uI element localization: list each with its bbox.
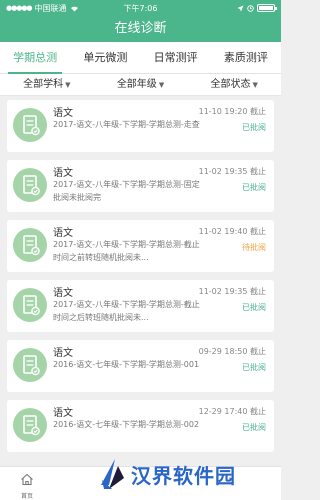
nav-bar: 在线诊断 bbox=[0, 16, 281, 42]
grade-filter-label: 全部年级 bbox=[116, 79, 157, 90]
item-title: 2016-语文-七年级-下学期-学期总测-001 bbox=[53, 360, 200, 369]
caret-down-icon: ▼ bbox=[158, 81, 165, 89]
tab-daily-test[interactable]: 日常测评 bbox=[141, 42, 211, 73]
item-subject: 语文 bbox=[53, 348, 73, 359]
list-item[interactable]: 语文 2017-语文-八年级-下学期-学期总测-截止时间之后转班随机批阅未...… bbox=[7, 280, 274, 332]
list-item[interactable]: 语文 2017-语文-八年级-下学期-学期总测-走查 11-10 19:20 截… bbox=[7, 100, 274, 152]
exam-paper-icon bbox=[13, 348, 47, 382]
watermark-logo-icon bbox=[101, 459, 124, 489]
status-badge: 已批阅 bbox=[242, 183, 266, 192]
alarm-icon bbox=[247, 4, 254, 12]
item-subject: 语文 bbox=[53, 228, 73, 239]
filter-bar: 全部学科 ▼ 全部年级 ▼ 全部状态 ▼ bbox=[0, 74, 281, 96]
status-badge: 待批阅 bbox=[242, 243, 266, 252]
exam-paper-icon bbox=[13, 288, 47, 322]
item-deadline: 09-29 18:50 截止 bbox=[198, 347, 266, 356]
status-badge: 已批阅 bbox=[242, 123, 266, 132]
tab-bar: 学期总测 单元微测 日常测评 素质测评 bbox=[0, 42, 281, 74]
list-item[interactable]: 语文 2017-语文-八年级-下学期-学期总测-固定批阅未批阅完 11-02 1… bbox=[7, 160, 274, 212]
tab-unit-test[interactable]: 单元微测 bbox=[70, 42, 140, 73]
status-right bbox=[237, 4, 277, 12]
wifi-icon bbox=[70, 6, 78, 11]
item-deadline: 11-02 19:35 截止 bbox=[198, 287, 266, 296]
tab-term-test[interactable]: 学期总测 bbox=[0, 42, 70, 74]
caret-down-icon: ▼ bbox=[252, 81, 258, 89]
watermark: 汉界软件园 bbox=[98, 457, 236, 491]
status-badge: 已批阅 bbox=[242, 363, 266, 372]
item-deadline: 12-29 17:40 截止 bbox=[198, 407, 266, 416]
item-title: 2017-语文-八年级-下学期-学期总测-固定批阅未批阅完 bbox=[53, 180, 200, 202]
item-deadline: 11-10 19:20 截止 bbox=[198, 107, 266, 116]
home-tab[interactable]: 首页 bbox=[12, 471, 42, 500]
home-tab-label: 首页 bbox=[20, 493, 33, 500]
item-subject: 语文 bbox=[53, 288, 73, 299]
subject-filter[interactable]: 全部学科 ▼ bbox=[0, 74, 94, 95]
location-icon bbox=[237, 5, 244, 11]
watermark-text: 汉界软件园 bbox=[131, 463, 236, 488]
exam-paper-icon bbox=[13, 228, 47, 262]
signal-icon: ●●●●● bbox=[6, 4, 33, 12]
status-left: ●●●●● 中国联通 bbox=[6, 3, 79, 14]
list-item[interactable]: 语文 2016-语文-七年级-下学期-学期总测-001 09-29 18:50 … bbox=[7, 340, 274, 392]
status-badge: 已批阅 bbox=[242, 303, 266, 312]
item-title: 2016-语文-七年级-下学期-学期总测-002 bbox=[53, 420, 200, 429]
item-subject: 语文 bbox=[53, 108, 73, 119]
exam-paper-icon bbox=[13, 168, 47, 202]
item-subject: 语文 bbox=[53, 408, 73, 419]
grade-filter[interactable]: 全部年级 ▼ bbox=[94, 74, 188, 95]
item-title: 2017-语文-八年级-下学期-学期总测-截止时间之前转班随机批阅未... bbox=[53, 240, 200, 262]
exam-paper-icon bbox=[13, 108, 47, 142]
caret-down-icon: ▼ bbox=[65, 81, 71, 89]
status-filter-label: 全部状态 bbox=[210, 79, 251, 90]
exam-paper-icon bbox=[13, 408, 47, 442]
item-title: 2017-语文-八年级-下学期-学期总测-截止时间之后转班随机批阅未... bbox=[53, 300, 200, 322]
status-filter[interactable]: 全部状态 ▼ bbox=[187, 74, 281, 95]
item-title: 2017-语文-八年级-下学期-学期总测-走查 bbox=[53, 120, 200, 129]
list-item[interactable]: 语文 2016-语文-七年级-下学期-学期总测-002 12-29 17:40 … bbox=[7, 400, 274, 452]
status-bar: ●●●●● 中国联通 下午7:06 bbox=[0, 0, 281, 16]
subject-filter-label: 全部学科 bbox=[23, 79, 64, 90]
tab-quality-test[interactable]: 素质测评 bbox=[211, 42, 281, 73]
carrier-label: 中国联通 bbox=[34, 3, 67, 13]
item-deadline: 11-02 19:40 截止 bbox=[198, 227, 266, 236]
page-title: 在线诊断 bbox=[114, 21, 167, 36]
item-deadline: 11-02 19:35 截止 bbox=[198, 167, 266, 176]
status-badge: 已批阅 bbox=[242, 423, 266, 432]
home-icon bbox=[21, 473, 33, 486]
battery-icon bbox=[257, 4, 277, 12]
list-item[interactable]: 语文 2017-语文-八年级-下学期-学期总测-截止时间之前转班随机批阅未...… bbox=[7, 220, 274, 272]
item-subject: 语文 bbox=[53, 168, 73, 179]
